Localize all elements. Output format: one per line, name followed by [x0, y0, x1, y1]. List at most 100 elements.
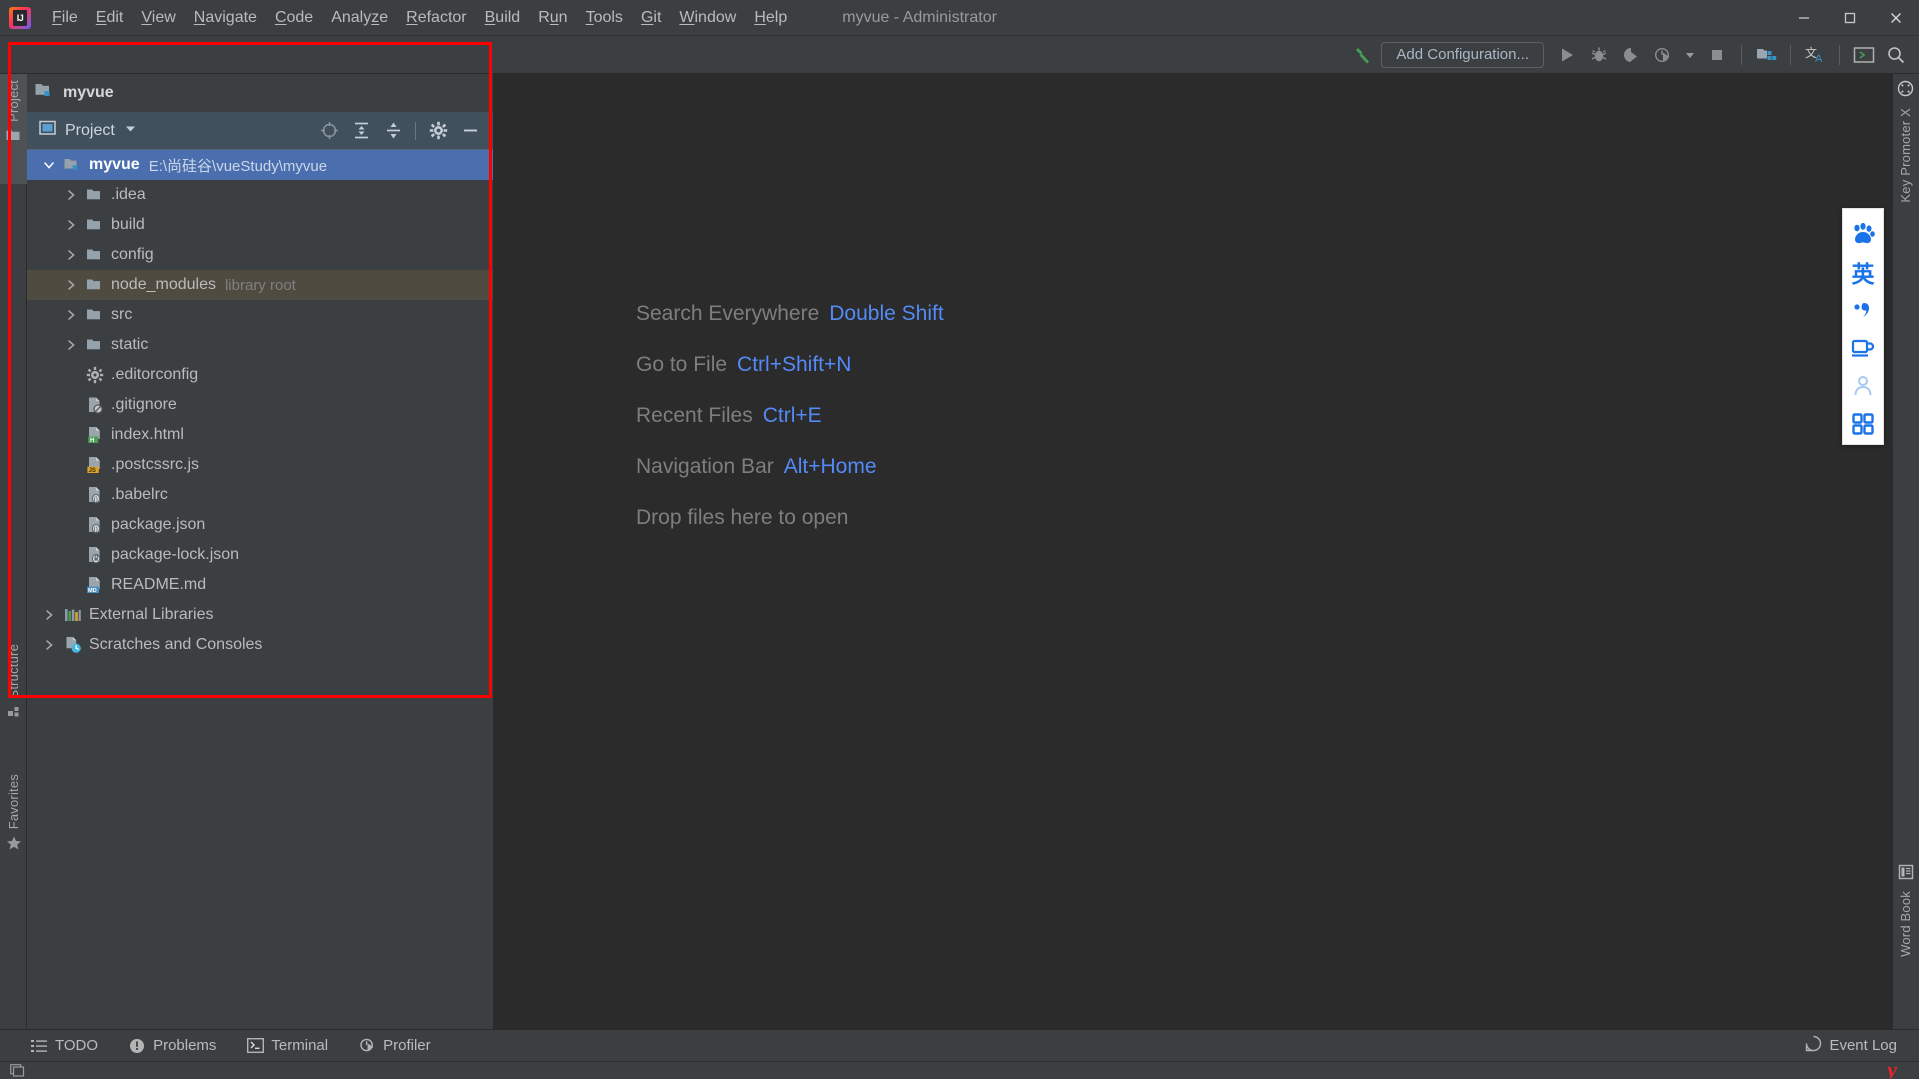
- sidebar-item-favorites[interactable]: Favorites: [0, 774, 27, 854]
- folder-icon: [86, 276, 104, 294]
- hide-panel-icon[interactable]: [455, 118, 485, 144]
- toolbar-divider: [415, 121, 416, 140]
- gear-icon[interactable]: [423, 118, 453, 144]
- chevron-right-icon[interactable]: [41, 607, 57, 623]
- html-file-icon: H: [86, 426, 104, 444]
- window-stack-icon[interactable]: [10, 1063, 26, 1078]
- language-mode-icon[interactable]: 英: [1844, 253, 1882, 291]
- tree-node-index-html[interactable]: Hindex.html: [27, 420, 493, 450]
- crosshair-icon[interactable]: [314, 118, 344, 144]
- folder-icon: [86, 186, 104, 204]
- tree-node-src[interactable]: src: [27, 300, 493, 330]
- window-controls: [1781, 0, 1919, 36]
- paw-icon[interactable]: [1844, 215, 1882, 253]
- ime-floating-toolbar[interactable]: 英: [1842, 208, 1884, 445]
- window-title: myvue - Administrator: [842, 8, 997, 26]
- status-item-problems[interactable]: Problems: [128, 1037, 216, 1055]
- tree-node-package-lock-json[interactable]: package-lock.json: [27, 540, 493, 570]
- project-file-tree[interactable]: myvue E:\尚硅谷\vueStudy\myvue .idea build conf…: [27, 150, 493, 1029]
- toolbar-divider-2: [1790, 44, 1791, 65]
- menu-item-code[interactable]: Code: [266, 5, 322, 31]
- cup-icon[interactable]: [1844, 329, 1882, 367]
- punctuation-mode-icon[interactable]: [1844, 291, 1882, 329]
- tree-node-package-json[interactable]: {} package.json: [27, 510, 493, 540]
- menu-item-refactor[interactable]: Refactor: [397, 5, 475, 31]
- translation-icon[interactable]: 文 A: [1800, 41, 1830, 69]
- project-view-selector-label[interactable]: Project: [65, 122, 115, 140]
- right-tool-stripe: Key Promoter X Word Book: [1892, 74, 1919, 1029]
- chevron-right-icon[interactable]: [41, 637, 57, 653]
- chevron-down-icon[interactable]: [41, 157, 57, 173]
- menu-item-window[interactable]: Window: [670, 5, 745, 31]
- menu-item-file[interactable]: File: [43, 5, 87, 31]
- terminal-icon[interactable]: [1849, 41, 1879, 69]
- project-structure-icon[interactable]: [1751, 41, 1781, 69]
- close-icon[interactable]: [1873, 0, 1919, 36]
- minimize-icon[interactable]: [1781, 0, 1827, 36]
- left-tool-stripe: Project Structure Favorites: [0, 74, 27, 1029]
- tree-node-static[interactable]: static: [27, 330, 493, 360]
- sidebar-item-project[interactable]: Project: [0, 74, 27, 184]
- tree-node-label: README.md: [111, 576, 207, 593]
- tree-node-babelrc[interactable]: {} .babelrc: [27, 480, 493, 510]
- user-icon[interactable]: [1844, 367, 1882, 405]
- editor-hint-action: Recent Files: [636, 404, 753, 427]
- chevron-right-icon[interactable]: [63, 307, 79, 323]
- tree-node-external-libraries[interactable]: External Libraries: [27, 600, 493, 630]
- menu-item-navigate[interactable]: Navigate: [185, 5, 266, 31]
- chevron-down-icon[interactable]: [124, 122, 137, 140]
- status-item-profiler[interactable]: Profiler: [358, 1037, 431, 1055]
- sidebar-item-word-book[interactable]: Word Book: [1892, 864, 1919, 957]
- sidebar-item-favorites-label: Favorites: [6, 774, 21, 830]
- tree-node-myvue[interactable]: myvue E:\尚硅谷\vueStudy\myvue: [27, 150, 493, 180]
- tree-node-config[interactable]: config: [27, 240, 493, 270]
- editor-empty-area[interactable]: Search Everywhere Double Shift Go to File C…: [494, 74, 1892, 1029]
- hammer-icon[interactable]: [1349, 41, 1379, 69]
- tree-node-postcssrc-js[interactable]: JS .postcssrc.js: [27, 450, 493, 480]
- chevron-down-icon[interactable]: [1680, 41, 1700, 69]
- menu-item-edit[interactable]: Edit: [87, 5, 133, 31]
- menu-item-build[interactable]: Build: [476, 5, 530, 31]
- editor-hint-action: Search Everywhere: [636, 302, 820, 325]
- stop-icon[interactable]: [1702, 41, 1732, 69]
- menu-item-help[interactable]: Help: [745, 5, 796, 31]
- chevron-right-icon[interactable]: [63, 247, 79, 263]
- add-configuration-button[interactable]: Add Configuration...: [1381, 41, 1544, 68]
- menu-item-view[interactable]: View: [132, 5, 184, 31]
- maximize-icon[interactable]: [1827, 0, 1873, 36]
- profiler-icon[interactable]: [1648, 41, 1678, 69]
- json-file-icon: {}: [86, 516, 104, 534]
- chevron-right-icon[interactable]: [63, 277, 79, 293]
- run-icon[interactable]: [1552, 41, 1582, 69]
- menu-item-run[interactable]: Run: [529, 5, 576, 31]
- expand-all-icon[interactable]: [346, 118, 376, 144]
- menu-item-tools[interactable]: Tools: [577, 5, 632, 31]
- grid-menu-icon[interactable]: [1844, 405, 1882, 443]
- search-icon[interactable]: [1881, 41, 1911, 69]
- chevron-right-icon[interactable]: [63, 217, 79, 233]
- collapse-all-icon[interactable]: [378, 118, 408, 144]
- tree-node-label: .idea: [111, 186, 146, 203]
- tree-node-idea[interactable]: .idea: [27, 180, 493, 210]
- tree-node-scratches-and-consoles[interactable]: Scratches and Consoles: [27, 630, 493, 660]
- tree-node-editorconfig[interactable]: .editorconfig: [27, 360, 493, 390]
- status-item-terminal[interactable]: Terminal: [246, 1037, 328, 1055]
- tree-node-label: node_modules: [111, 276, 216, 293]
- chevron-right-icon[interactable]: [63, 187, 79, 203]
- tree-node-node-modules[interactable]: node_modules library root: [27, 270, 493, 300]
- toolbar-divider-3: [1839, 44, 1840, 65]
- chevron-right-icon[interactable]: [63, 337, 79, 353]
- event-log-label[interactable]: Event Log: [1829, 1037, 1897, 1054]
- tree-node-gitignore[interactable]: .gitignore: [27, 390, 493, 420]
- menu-item-analyze[interactable]: Analyze: [322, 5, 397, 31]
- debug-icon[interactable]: [1584, 41, 1614, 69]
- menu-item-git[interactable]: Git: [632, 5, 670, 31]
- sidebar-item-structure[interactable]: Structure: [0, 644, 27, 722]
- coverage-icon[interactable]: [1616, 41, 1646, 69]
- status-item-todo[interactable]: TODO: [30, 1037, 98, 1055]
- tree-node-readme-md[interactable]: MD README.md: [27, 570, 493, 600]
- sidebar-item-key-promoter[interactable]: Key Promoter X: [1892, 80, 1919, 203]
- tree-node-build[interactable]: build: [27, 210, 493, 240]
- taskbar-logo: y: [1887, 1057, 1897, 1079]
